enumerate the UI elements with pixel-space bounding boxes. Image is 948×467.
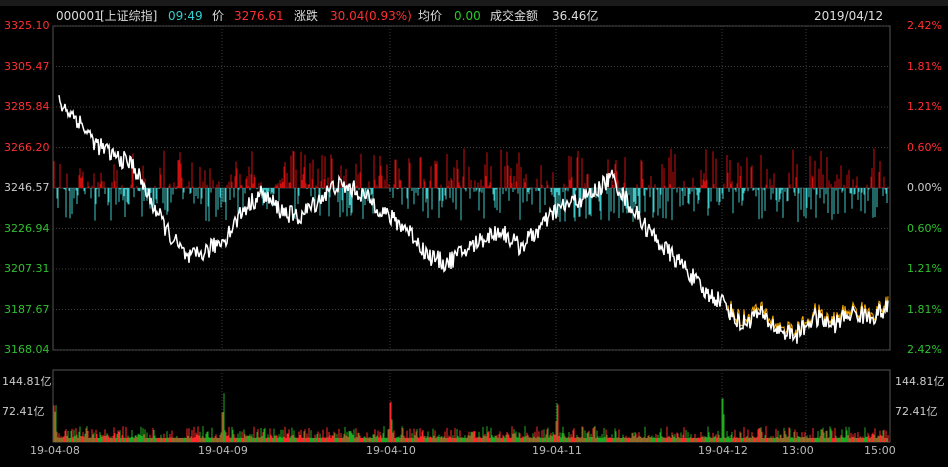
right-axis-tick: 0.00% [907,181,942,194]
x-axis-label: 13:00 [782,444,814,457]
volume-axis-tick: 72.41亿 [895,405,938,418]
right-axis-tick: 1.21% [907,262,942,275]
right-axis-tick: 1.21% [907,100,942,113]
right-axis-tick: 1.81% [907,302,942,316]
left-axis-tick: 3285.84 [4,100,50,113]
x-axis-label: 15:00 [864,444,896,457]
right-axis-tick: 1.81% [907,59,942,73]
right-axis-tick: 0.60% [907,221,942,235]
right-axis-tick: 2.42% [907,19,942,32]
intraday-chart[interactable] [0,0,948,467]
left-axis-tick: 3226.94 [4,221,50,235]
left-axis-tick: 3305.47 [4,59,50,73]
x-axis-label: 19-04-11 [532,444,582,457]
x-axis-label: 19-04-12 [698,444,748,457]
volume-axis-tick: 72.41亿 [2,405,45,418]
left-axis-tick: 3246.57 [4,181,50,194]
x-axis-label: 19-04-09 [198,444,248,457]
x-axis-label: 19-04-08 [30,444,80,457]
right-axis-tick: 0.60% [907,140,942,154]
price-line [58,94,889,344]
left-axis-tick: 3187.67 [4,302,50,316]
volume-axis-tick: 144.81亿 [2,375,52,388]
left-axis-tick: 3325.10 [4,19,50,32]
right-axis-tick: 2.42% [907,343,942,356]
left-axis-tick: 3168.04 [4,343,50,356]
left-axis-tick: 3266.20 [4,140,50,154]
volume-panel-frame [52,369,891,443]
x-axis-label: 19-04-10 [366,444,416,457]
left-axis-tick: 3207.31 [4,262,50,275]
volume-axis-tick: 144.81亿 [895,375,945,388]
